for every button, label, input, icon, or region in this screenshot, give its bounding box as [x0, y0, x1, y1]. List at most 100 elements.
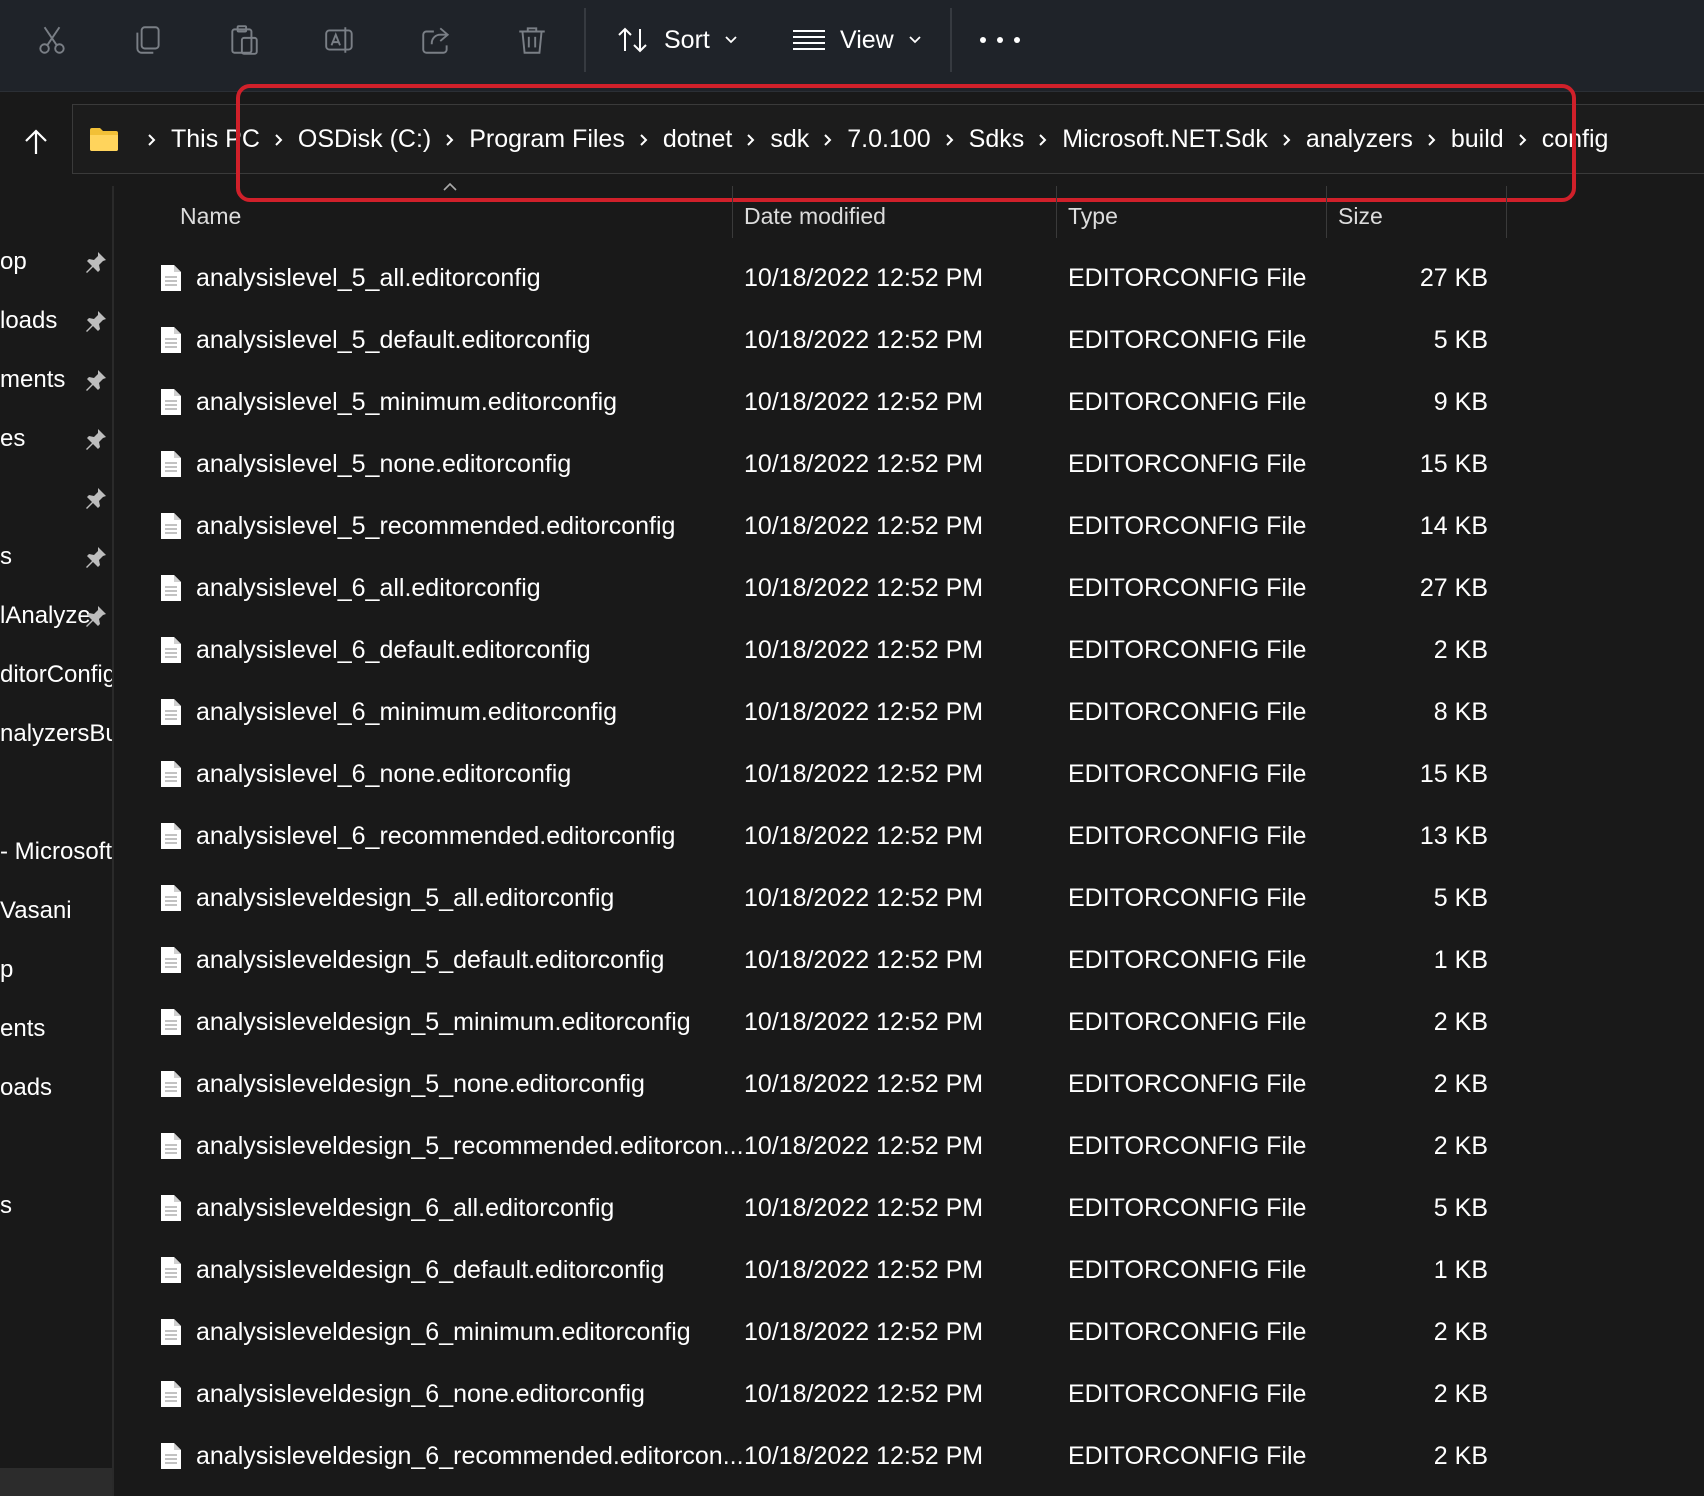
nav-item[interactable]: ments: [0, 360, 65, 400]
file-name: analysisleveldesign_6_minimum.editorconf…: [196, 1318, 691, 1346]
breadcrumb-item[interactable]: Microsoft.NET.Sdk: [1062, 125, 1268, 153]
chevron-right-icon[interactable]: [625, 133, 663, 147]
column-header-name[interactable]: Name: [180, 196, 241, 236]
chevron-down-icon: [909, 36, 921, 44]
nav-item[interactable]: - Microsoft: [0, 832, 112, 872]
file-row[interactable]: analysisleveldesign_6_minimum.editorconf…: [116, 1304, 1704, 1366]
breadcrumb-item[interactable]: analyzers: [1306, 125, 1413, 153]
breadcrumb-item[interactable]: This PC: [171, 125, 260, 153]
file-row[interactable]: analysislevel_6_minimum.editorconfig 10/1…: [116, 684, 1704, 746]
file-icon: [161, 513, 181, 539]
nav-item-label: Vasani: [0, 897, 72, 924]
nav-item[interactable]: ditorConfig: [0, 655, 112, 695]
breadcrumb-item[interactable]: build: [1451, 125, 1504, 153]
delete-icon[interactable]: [510, 18, 554, 62]
nav-item[interactable]: s: [0, 537, 12, 577]
copy-icon[interactable]: [126, 18, 170, 62]
file-row[interactable]: analysisleveldesign_5_recommended.editor…: [116, 1118, 1704, 1180]
column-header-size[interactable]: Size: [1338, 196, 1383, 236]
file-row[interactable]: analysisleveldesign_5_all.editorconfig 10…: [116, 870, 1704, 932]
chevron-right-icon[interactable]: [133, 133, 171, 147]
breadcrumb-item[interactable]: config: [1542, 125, 1609, 153]
nav-item[interactable]: lAnalyze: [0, 596, 91, 636]
file-row[interactable]: analysislevel_6_recommended.editorconfig…: [116, 808, 1704, 870]
file-row[interactable]: analysisleveldesign_6_all.editorconfig 10…: [116, 1180, 1704, 1242]
file-row[interactable]: analysislevel_5_all.editorconfig 10/18/20…: [116, 250, 1704, 312]
view-button[interactable]: View: [792, 18, 936, 62]
chevron-right-icon[interactable]: [1024, 133, 1062, 147]
nav-item[interactable]: p: [0, 950, 13, 990]
breadcrumb-item[interactable]: OSDisk (C:): [298, 125, 431, 153]
file-name: analysislevel_6_minimum.editorconfig: [196, 698, 618, 726]
nav-item[interactable]: loads: [0, 301, 57, 341]
breadcrumb-item[interactable]: sdk: [770, 125, 809, 153]
column-divider[interactable]: [1056, 186, 1057, 238]
breadcrumb-item[interactable]: 7.0.100: [847, 125, 930, 153]
file-icon: [161, 1009, 181, 1035]
column-divider[interactable]: [1506, 186, 1507, 238]
file-row[interactable]: analysislevel_6_all.editorconfig 10/18/20…: [116, 560, 1704, 622]
chevron-right-icon[interactable]: [1413, 133, 1451, 147]
file-size: 1 KB: [1433, 1256, 1488, 1284]
file-row[interactable]: analysisleveldesign_5_none.editorconfig 1…: [116, 1056, 1704, 1118]
file-row[interactable]: analysislevel_5_none.editorconfig 10/18/2…: [116, 436, 1704, 498]
file-row[interactable]: analysislevel_6_none.editorconfig 10/18/2…: [116, 746, 1704, 808]
chevron-right-icon[interactable]: [431, 133, 469, 147]
more-options-icon[interactable]: [980, 30, 1020, 50]
file-date-modified: 10/18/2022 12:52 PM: [744, 698, 984, 726]
file-name: analysisleveldesign_6_recommended.editor…: [196, 1442, 744, 1470]
file-row[interactable]: analysislevel_6_default.editorconfig 10/1…: [116, 622, 1704, 684]
breadcrumb-item[interactable]: dotnet: [663, 125, 733, 153]
file-size: 9 KB: [1433, 388, 1488, 416]
file-icon: [161, 327, 181, 353]
chevron-right-icon[interactable]: [732, 133, 770, 147]
column-header-type[interactable]: Type: [1068, 196, 1118, 236]
up-button[interactable]: [14, 120, 58, 164]
nav-item[interactable]: op: [0, 242, 27, 282]
nav-item[interactable]: s: [0, 1186, 12, 1226]
paste-icon[interactable]: [222, 18, 266, 62]
file-row[interactable]: analysisleveldesign_5_minimum.editorconf…: [116, 994, 1704, 1056]
file-icon: [161, 761, 181, 787]
nav-item[interactable]: es: [0, 419, 25, 459]
file-row[interactable]: analysisleveldesign_6_none.editorconfig 1…: [116, 1366, 1704, 1428]
file-icon: [161, 885, 181, 911]
toolbar-separator: [950, 8, 952, 72]
file-row[interactable]: analysisleveldesign_6_default.editorconf…: [116, 1242, 1704, 1304]
file-type: EDITORCONFIG File: [1068, 450, 1307, 478]
file-name: analysisleveldesign_6_all.editorconfig: [196, 1194, 615, 1222]
nav-item[interactable]: oads: [0, 1068, 52, 1108]
rename-icon[interactable]: [318, 18, 362, 62]
chevron-right-icon[interactable]: [1504, 133, 1542, 147]
nav-item[interactable]: Vasani: [0, 891, 72, 931]
column-header-date[interactable]: Date modified: [744, 196, 886, 236]
cut-icon[interactable]: [30, 18, 74, 62]
column-divider[interactable]: [732, 186, 733, 238]
nav-item-label: s: [0, 1192, 12, 1219]
file-type: EDITORCONFIG File: [1068, 698, 1307, 726]
chevron-right-icon[interactable]: [1268, 133, 1306, 147]
column-divider[interactable]: [1326, 186, 1327, 238]
share-icon[interactable]: [414, 18, 458, 62]
breadcrumb-item[interactable]: Sdks: [969, 125, 1025, 153]
breadcrumb-item[interactable]: Program Files: [469, 125, 625, 153]
nav-item-label: ments: [0, 366, 66, 393]
address-bar[interactable]: This PC OSDisk (C:) Program Files dotnet sdk…: [72, 104, 1704, 174]
chevron-right-icon[interactable]: [260, 133, 298, 147]
file-row[interactable]: analysislevel_5_minimum.editorconfig 10/1…: [116, 374, 1704, 436]
file-row[interactable]: analysislevel_5_default.editorconfig 10/1…: [116, 312, 1704, 374]
file-row[interactable]: analysisleveldesign_5_default.editorconf…: [116, 932, 1704, 994]
nav-item[interactable]: nalyzersBug: [0, 714, 112, 754]
nav-item-label: oads: [0, 1074, 53, 1101]
nav-item[interactable]: ents: [0, 1009, 45, 1049]
file-icon: [161, 1257, 181, 1283]
chevron-right-icon[interactable]: [809, 133, 847, 147]
file-date-modified: 10/18/2022 12:52 PM: [744, 1256, 984, 1284]
file-icon: [161, 947, 181, 973]
file-type: EDITORCONFIG File: [1068, 574, 1307, 602]
file-row[interactable]: analysislevel_5_recommended.editorconfig…: [116, 498, 1704, 560]
file-row[interactable]: analysisleveldesign_6_recommended.editor…: [116, 1428, 1704, 1490]
file-name: analysislevel_6_recommended.editorconfig: [196, 822, 676, 850]
sort-button[interactable]: Sort: [616, 18, 752, 62]
chevron-right-icon[interactable]: [931, 133, 969, 147]
